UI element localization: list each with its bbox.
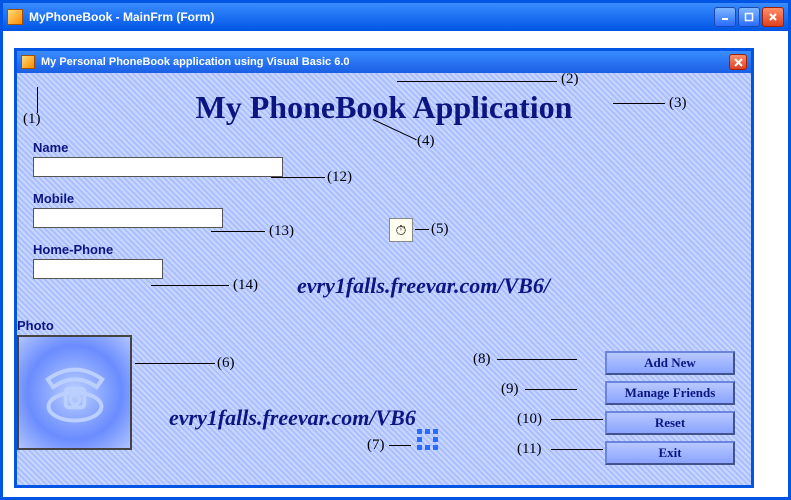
outer-window: MyPhoneBook - MainFrm (Form) My Personal… <box>0 0 791 500</box>
form-icon <box>21 55 35 69</box>
form-body: My PhoneBook Application Name Mobile Hom… <box>17 73 751 485</box>
annotation-7: (7) <box>367 437 385 454</box>
name-input[interactable] <box>33 157 283 177</box>
annotation-9: (9) <box>501 381 519 398</box>
page-title: My PhoneBook Application <box>33 89 735 126</box>
outer-body: My Personal PhoneBook application using … <box>6 34 785 494</box>
annotation-14: (14) <box>233 277 258 294</box>
mobile-field-group: Mobile <box>33 191 735 228</box>
window-buttons <box>714 7 784 27</box>
photo-image[interactable] <box>17 335 132 450</box>
name-label: Name <box>33 140 68 155</box>
form-window: My Personal PhoneBook application using … <box>14 48 754 488</box>
form-close-button[interactable] <box>729 54 747 70</box>
annotation-3: (3) <box>669 95 687 112</box>
watermark-text-2: evry1falls.freevar.com/VB6 <box>169 405 416 431</box>
button-column: Add New Manage Friends Reset Exit <box>605 351 735 465</box>
mobile-input[interactable] <box>33 208 223 228</box>
mobile-label: Mobile <box>33 191 74 206</box>
annotation-10: (10) <box>517 411 542 428</box>
manage-friends-button[interactable]: Manage Friends <box>605 381 735 405</box>
photo-field-group: Photo <box>17 318 152 450</box>
timer-control[interactable]: ⏱ <box>389 218 413 242</box>
name-field-group: Name <box>33 140 735 177</box>
home-phone-label: Home-Phone <box>33 242 113 257</box>
close-button[interactable] <box>762 7 784 27</box>
maximize-button[interactable] <box>738 7 760 27</box>
annotation-2: (2) <box>561 71 579 88</box>
annotation-12: (12) <box>327 169 352 186</box>
add-new-button[interactable]: Add New <box>605 351 735 375</box>
form-titlebar[interactable]: My Personal PhoneBook application using … <box>17 51 751 73</box>
minimize-button[interactable] <box>714 7 736 27</box>
outer-titlebar[interactable]: MyPhoneBook - MainFrm (Form) <box>3 3 788 31</box>
form-title: My Personal PhoneBook application using … <box>41 56 350 68</box>
app-icon <box>7 9 23 25</box>
outer-title: MyPhoneBook - MainFrm (Form) <box>29 10 214 24</box>
annotation-11: (11) <box>517 441 541 458</box>
telephone-icon <box>35 356 115 429</box>
photo-label: Photo <box>17 318 54 333</box>
annotation-13: (13) <box>269 223 294 240</box>
designer-handles[interactable] <box>417 429 437 449</box>
annotation-6: (6) <box>217 355 235 372</box>
home-phone-input[interactable] <box>33 259 163 279</box>
clock-icon: ⏱ <box>396 222 407 239</box>
annotation-5: (5) <box>431 221 449 238</box>
exit-button[interactable]: Exit <box>605 441 735 465</box>
annotation-1: (1) <box>23 111 41 128</box>
annotation-4: (4) <box>417 133 435 150</box>
watermark-text-1: evry1falls.freevar.com/VB6/ <box>297 273 550 299</box>
reset-button[interactable]: Reset <box>605 411 735 435</box>
annotation-8: (8) <box>473 351 491 368</box>
